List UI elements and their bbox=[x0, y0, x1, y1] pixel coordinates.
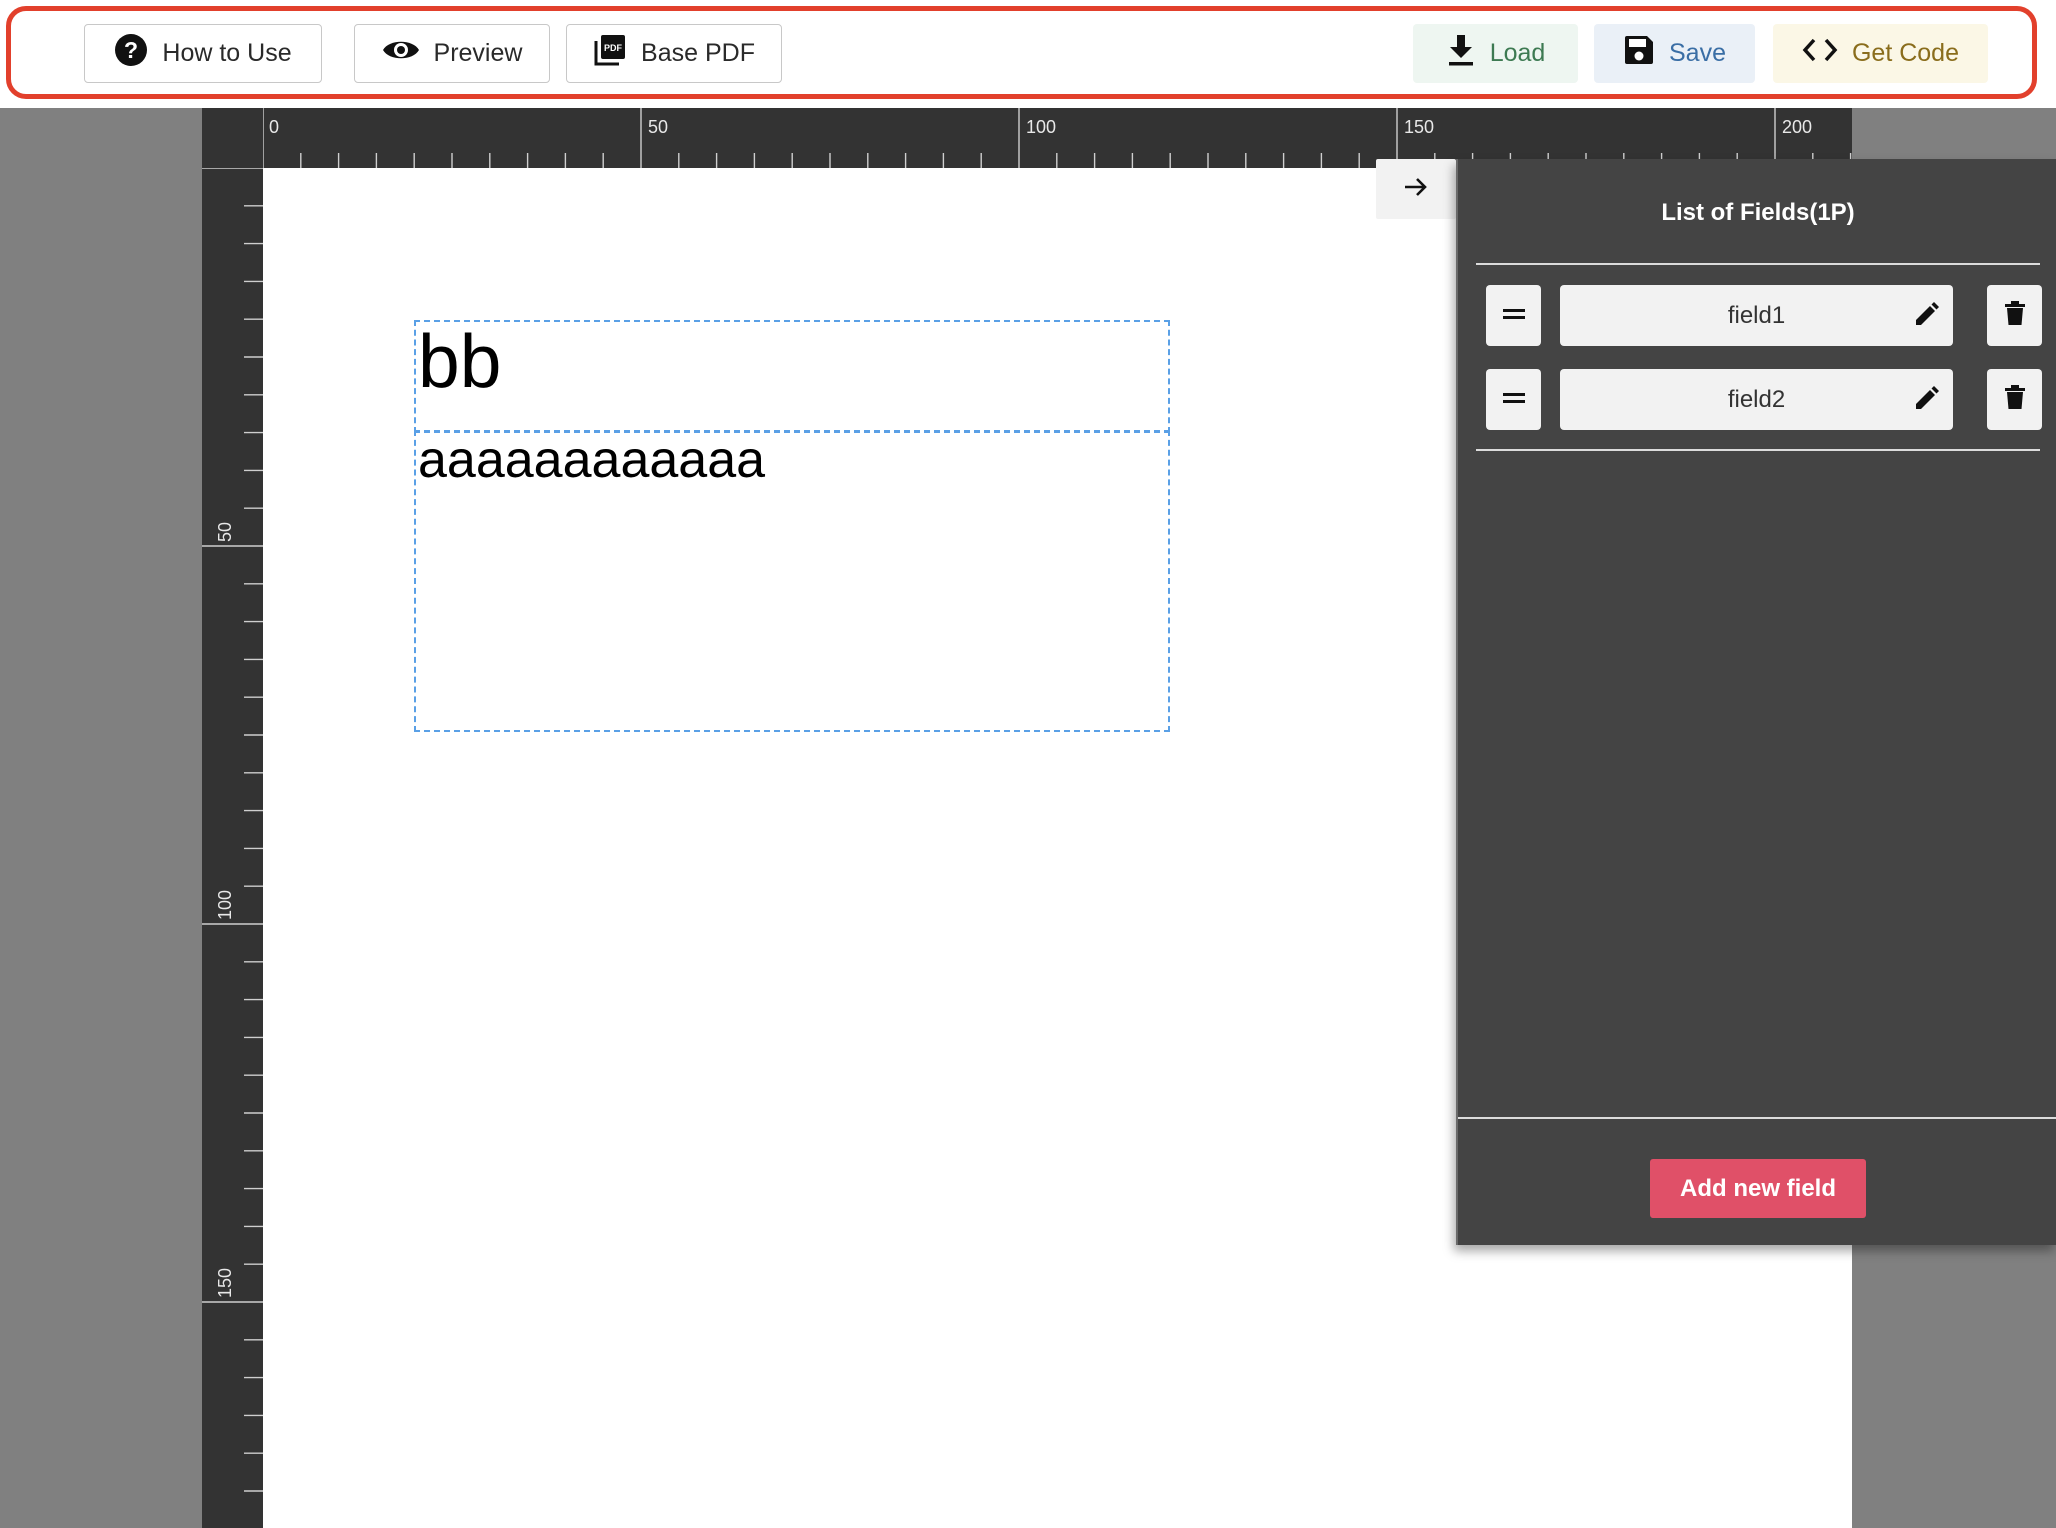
ruler-top-label: 0 bbox=[269, 117, 279, 137]
vertical-ruler-ticks: 50 100 150 bbox=[202, 168, 263, 1492]
get-code-button[interactable]: Get Code bbox=[1773, 24, 1988, 83]
ruler-corner bbox=[202, 108, 263, 168]
drag-handle-icon bbox=[1502, 391, 1525, 409]
ruler-left-label: 50 bbox=[215, 522, 235, 542]
add-new-field-button[interactable]: Add new field bbox=[1650, 1159, 1866, 1218]
ruler-left-label: 100 bbox=[215, 890, 235, 920]
drag-handle[interactable] bbox=[1486, 285, 1541, 346]
field-name-button[interactable]: field2 bbox=[1560, 369, 1953, 430]
pdf-file-icon: PDF bbox=[593, 33, 627, 74]
arrow-right-icon bbox=[1403, 176, 1429, 203]
delete-field-button[interactable] bbox=[1987, 369, 2042, 430]
divider bbox=[1476, 263, 2040, 265]
base-pdf-button[interactable]: PDF Base PDF bbox=[566, 24, 782, 83]
field-name-label: field2 bbox=[1727, 385, 1786, 413]
ruler-top-label: 100 bbox=[1026, 117, 1056, 137]
drag-handle-icon bbox=[1502, 307, 1525, 325]
delete-field-button[interactable] bbox=[1987, 285, 2042, 346]
field-name-label: field1 bbox=[1727, 301, 1786, 329]
save-button[interactable]: Save bbox=[1594, 24, 1755, 83]
code-brackets-icon bbox=[1802, 37, 1838, 70]
divider bbox=[1458, 1117, 2056, 1119]
floppy-disk-icon bbox=[1623, 34, 1655, 73]
vertical-ruler: 50 100 150 bbox=[202, 168, 263, 1528]
sidebar-title: List of Fields(1P) bbox=[1661, 199, 1855, 226]
ruler-left-label: 150 bbox=[215, 1268, 235, 1298]
load-label: Load bbox=[1489, 39, 1546, 67]
base-pdf-label: Base PDF bbox=[641, 39, 755, 67]
trash-icon bbox=[2004, 385, 2025, 414]
fields-sidebar: List of Fields(1P) field1 field2 Add new… bbox=[1456, 159, 2056, 1245]
load-button[interactable]: Load bbox=[1413, 24, 1578, 83]
field2-schema-box[interactable]: aaaaaaaaaaaa bbox=[414, 430, 1170, 732]
pencil-icon[interactable] bbox=[1913, 386, 1939, 419]
how-to-use-button[interactable]: ? How to Use bbox=[84, 24, 322, 83]
get-code-label: Get Code bbox=[1851, 39, 1959, 67]
save-label: Save bbox=[1669, 39, 1726, 67]
pencil-icon[interactable] bbox=[1913, 302, 1939, 335]
svg-text:PDF: PDF bbox=[604, 43, 623, 53]
eye-icon bbox=[382, 37, 420, 70]
how-to-use-label: How to Use bbox=[162, 39, 292, 67]
field-list-item: field1 bbox=[1486, 285, 2042, 346]
ruler-top-label: 150 bbox=[1404, 117, 1434, 137]
field-list-item: field2 bbox=[1486, 369, 2042, 430]
sidebar-toggle-button[interactable] bbox=[1376, 159, 1456, 219]
ruler-top-label: 50 bbox=[648, 117, 668, 137]
ruler-top-label: 200 bbox=[1782, 117, 1812, 137]
download-icon bbox=[1446, 34, 1476, 73]
field-name-button[interactable]: field1 bbox=[1560, 285, 1953, 346]
drag-handle[interactable] bbox=[1486, 369, 1541, 430]
help-circle-icon: ? bbox=[114, 33, 148, 74]
toolbar: ? How to Use Preview PDF Base PDF Load S… bbox=[0, 0, 2056, 108]
field1-schema-box[interactable]: bb bbox=[414, 320, 1170, 433]
trash-icon bbox=[2004, 301, 2025, 330]
divider bbox=[1476, 449, 2040, 451]
preview-button[interactable]: Preview bbox=[354, 24, 550, 83]
preview-label: Preview bbox=[433, 39, 523, 67]
svg-text:?: ? bbox=[124, 37, 138, 63]
